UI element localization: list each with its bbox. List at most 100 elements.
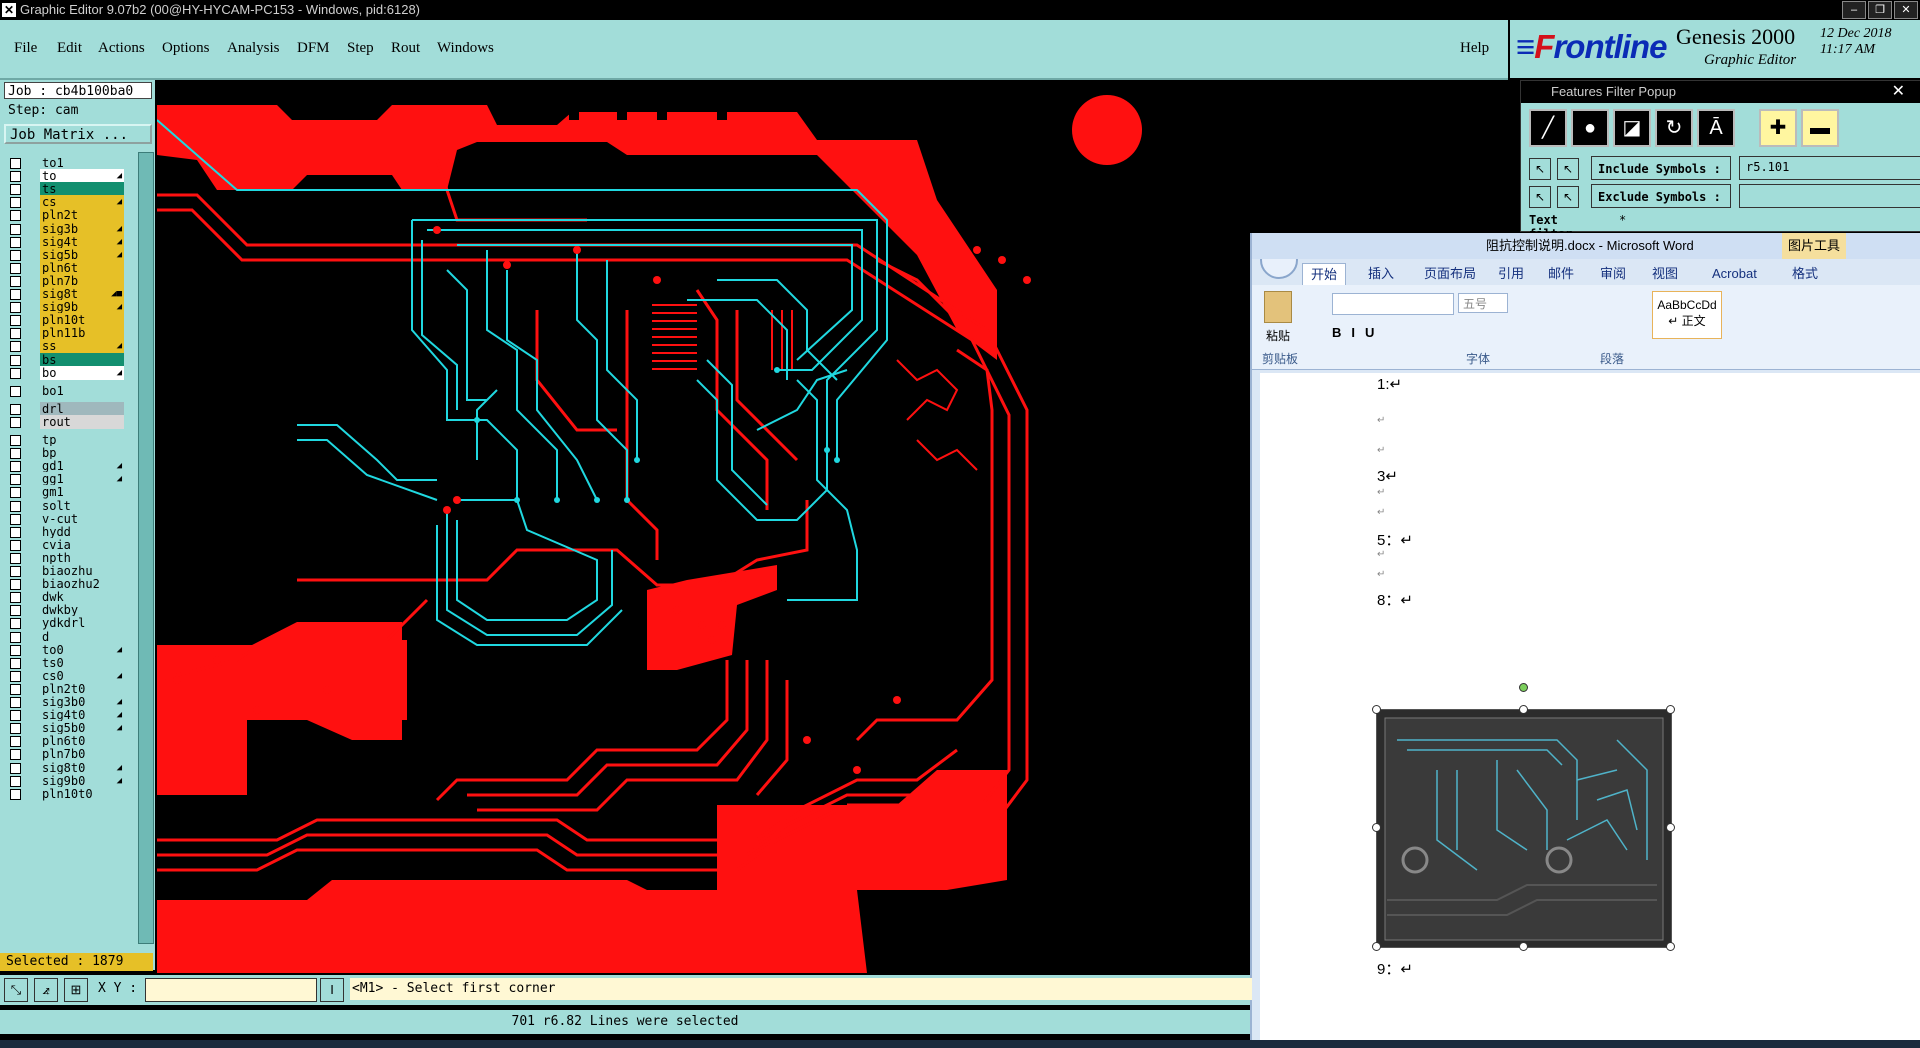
- text-filter-button[interactable]: Ā: [1697, 109, 1735, 147]
- layer-name[interactable]: sig3b ◢: [40, 221, 124, 236]
- layer-name[interactable]: pln10t0: [40, 786, 124, 801]
- layer-checkbox[interactable]: [10, 289, 21, 300]
- layer-row-solt[interactable]: solt: [4, 498, 124, 513]
- layer-row-tp[interactable]: tp: [4, 433, 124, 447]
- arrow-icon[interactable]: ↖: [1529, 186, 1551, 208]
- layer-name[interactable]: pln6t: [40, 260, 124, 275]
- layer-checkbox[interactable]: [10, 592, 21, 604]
- layer-name[interactable]: bo ◢: [40, 365, 124, 380]
- layer-row-npth[interactable]: npth: [4, 550, 124, 565]
- layer-row-v-cut[interactable]: v-cut: [4, 511, 124, 526]
- layer-row-sig9b[interactable]: sig9b ◢: [4, 300, 124, 315]
- layer-row-pln10t0[interactable]: pln10t0: [4, 786, 124, 801]
- resize-handle[interactable]: [1519, 942, 1528, 951]
- measure-tool-icon[interactable]: ⦨: [34, 978, 58, 1002]
- layer-name[interactable]: pln11b: [40, 326, 124, 341]
- layer-row-pln6t0[interactable]: pln6t0: [4, 734, 124, 749]
- popup-close-icon[interactable]: ✕: [1892, 81, 1905, 103]
- layer-row-d[interactable]: d: [4, 629, 124, 644]
- layer-row-pln11b[interactable]: pln11b: [4, 326, 124, 341]
- negative-filter-button[interactable]: ▬: [1801, 109, 1839, 147]
- layer-row-biaozhu2[interactable]: biaozhu2: [4, 577, 124, 592]
- layer-checkbox[interactable]: [10, 275, 21, 287]
- menu-help[interactable]: Help: [1460, 40, 1489, 57]
- layer-row-gm1[interactable]: gm1: [4, 485, 124, 500]
- layer-checkbox[interactable]: [10, 262, 21, 274]
- menu-dfm[interactable]: DFM: [297, 40, 330, 57]
- layer-row-to1[interactable]: to1: [4, 156, 124, 170]
- layer-name[interactable]: ss ◢: [40, 339, 124, 354]
- font-size-select[interactable]: 五号: [1458, 293, 1508, 313]
- line-filter-button[interactable]: ╱: [1529, 109, 1567, 147]
- layer-checkbox[interactable]: [10, 385, 21, 397]
- layer-checkbox[interactable]: [10, 605, 21, 617]
- layer-checkbox[interactable]: [10, 670, 21, 682]
- resize-handle[interactable]: [1666, 705, 1675, 714]
- layer-checkbox[interactable]: [10, 513, 21, 525]
- paragraph[interactable]: 5：↵: [1377, 529, 1413, 550]
- layer-name[interactable]: pln7b: [40, 273, 124, 288]
- layer-name[interactable]: pln2t: [40, 208, 124, 223]
- tab-mailings[interactable]: 邮件: [1548, 263, 1574, 285]
- layer-name[interactable]: solt: [40, 498, 124, 513]
- layer-checkbox[interactable]: [10, 158, 21, 169]
- menu-edit[interactable]: Edit: [57, 40, 82, 57]
- tab-review[interactable]: 审阅: [1600, 263, 1626, 285]
- layer-row-sig4t0[interactable]: sig4t0 ◢: [4, 708, 124, 723]
- layer-checkbox[interactable]: [10, 552, 21, 564]
- layer-row-ss[interactable]: ss ◢: [4, 339, 124, 354]
- layer-checkbox[interactable]: [10, 367, 21, 379]
- resize-handle[interactable]: [1519, 705, 1528, 714]
- positive-filter-button[interactable]: ✚: [1759, 109, 1797, 147]
- layer-row-sig4t[interactable]: sig4t ◢: [4, 234, 124, 249]
- layer-name[interactable]: rout: [40, 414, 124, 429]
- layer-row-gg1[interactable]: gg1 ◢: [4, 472, 124, 487]
- layer-name[interactable]: tp: [40, 433, 124, 447]
- layer-name[interactable]: sig5b ◢: [40, 247, 124, 262]
- layer-row-cs0[interactable]: cs0 ◢: [4, 668, 124, 683]
- layer-row-bs[interactable]: bs: [4, 352, 124, 367]
- layer-name[interactable]: ydkdrl: [40, 616, 124, 631]
- layer-name[interactable]: biaozhu: [40, 564, 124, 578]
- layer-checkbox[interactable]: [10, 697, 21, 708]
- layer-checkbox[interactable]: [10, 223, 21, 235]
- menu-actions[interactable]: Actions: [98, 40, 145, 57]
- layer-row-ts0[interactable]: ts0: [4, 655, 124, 670]
- layer-checkbox[interactable]: [10, 579, 21, 591]
- layer-checkbox[interactable]: [10, 461, 21, 473]
- layer-checkbox[interactable]: [10, 749, 21, 761]
- graphic-canvas[interactable]: [157, 80, 1252, 973]
- layer-name[interactable]: sig9b0 ◢: [40, 773, 124, 788]
- layer-checkbox[interactable]: [10, 539, 21, 551]
- layer-row-pln6t[interactable]: pln6t: [4, 260, 124, 275]
- layer-row-pln7b[interactable]: pln7b: [4, 273, 124, 288]
- layer-name[interactable]: dwk: [40, 590, 124, 605]
- layer-name[interactable]: sig3b0 ◢: [40, 695, 124, 709]
- layer-row-bo[interactable]: bo ◢: [4, 365, 124, 380]
- layer-name[interactable]: gd1 ◢: [40, 459, 124, 474]
- layer-row-sig8t[interactable]: sig8t ◢■: [4, 287, 124, 301]
- layer-row-drl[interactable]: drl: [4, 401, 124, 416]
- text-filter-input[interactable]: *: [1619, 213, 1626, 227]
- layer-name[interactable]: sig4t ◢: [40, 234, 124, 249]
- layer-row-pln2t0[interactable]: pln2t0: [4, 681, 124, 696]
- layer-checkbox[interactable]: [10, 448, 21, 460]
- layer-checkbox[interactable]: [10, 236, 21, 248]
- layer-row-biaozhu[interactable]: biaozhu: [4, 564, 124, 578]
- layer-checkbox[interactable]: [10, 736, 21, 748]
- arrow-icon[interactable]: ↖: [1557, 186, 1579, 208]
- layer-name[interactable]: hydd: [40, 524, 124, 539]
- layer-row-gd1[interactable]: gd1 ◢: [4, 459, 124, 474]
- layer-checkbox[interactable]: [10, 566, 21, 577]
- job-matrix-button[interactable]: Job Matrix ...: [4, 124, 152, 144]
- layer-checkbox[interactable]: [10, 249, 21, 261]
- layer-name[interactable]: pln2t0: [40, 681, 124, 696]
- tab-references[interactable]: 引用: [1498, 263, 1524, 285]
- layer-name[interactable]: dwkby: [40, 603, 124, 618]
- tab-view[interactable]: 视图: [1652, 263, 1678, 285]
- document-page[interactable]: 1:↵ ↵ ↵ 3↵ ↵ ↵ 5：↵ ↵ ↵ 8：↵ 9：↵: [1260, 373, 1920, 1048]
- layer-row-cvia[interactable]: cvia: [4, 537, 124, 552]
- restore-icon[interactable]: ❐: [1868, 1, 1892, 19]
- tab-insert[interactable]: 插入: [1368, 263, 1394, 285]
- layer-name[interactable]: to1: [40, 156, 124, 170]
